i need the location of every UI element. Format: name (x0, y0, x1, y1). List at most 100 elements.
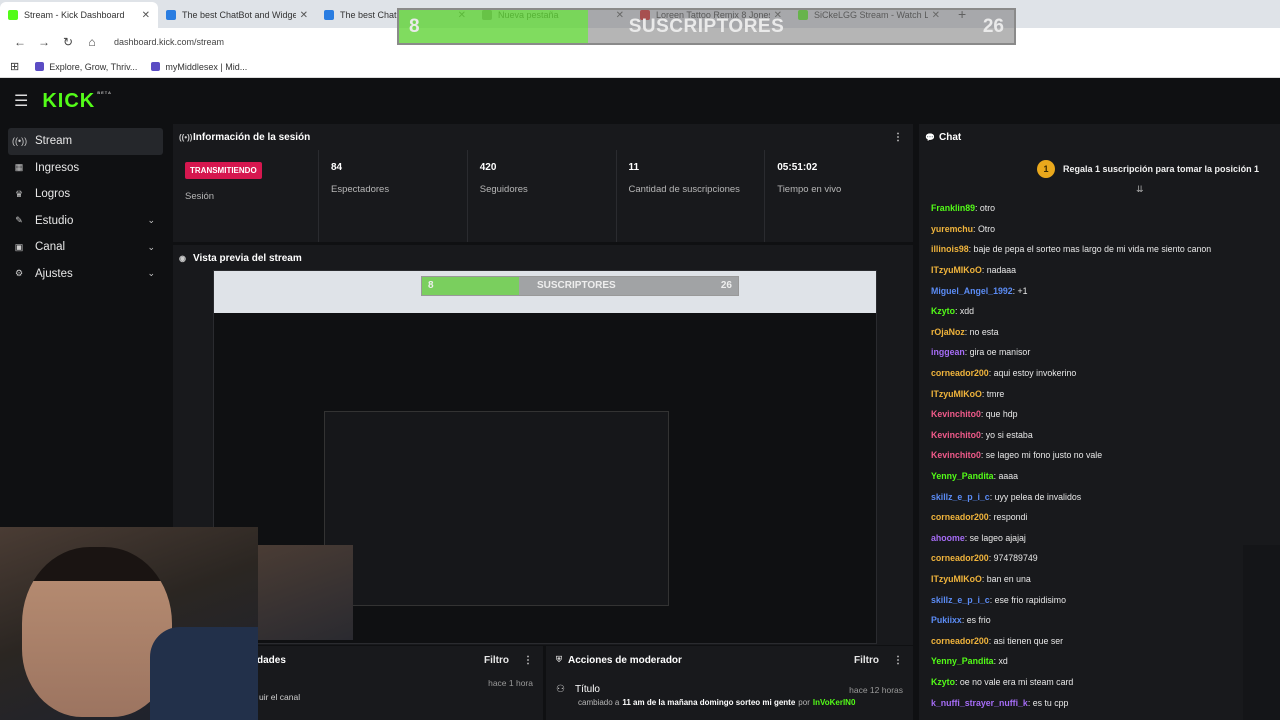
grid-icon: ▦ (14, 162, 24, 173)
chat-username[interactable]: yuremchu (931, 224, 973, 234)
session-panel-header: ((•)) Información de la sesión ⋮ (173, 124, 913, 150)
live-badge: TRANSMITIENDO (185, 162, 262, 179)
goal-current: 8 (409, 16, 420, 37)
stat-followers: 420 Seguidores (468, 150, 617, 242)
chevron-down-icon[interactable]: ⌄ (147, 215, 155, 226)
kebab-menu-icon[interactable]: ⋮ (893, 655, 903, 666)
stat-value: 11 (628, 162, 640, 173)
sidebar-item-label: Logros (35, 188, 71, 201)
browser-tab[interactable]: The best ChatBot and Widgets ✕ (158, 2, 316, 28)
mod-actions-title: Acciones de moderador (568, 654, 682, 666)
stats-row: TRANSMITIENDO Sesión 84 Espectadores 420 S… (173, 150, 913, 242)
browser-tab[interactable]: Stream - Kick Dashboard ✕ (0, 2, 158, 28)
chat-message: ITzyuMIKoO: ban en una (931, 569, 1280, 590)
close-icon[interactable]: ✕ (142, 10, 150, 21)
tab-favicon (166, 10, 176, 20)
sidebar-item-ingresos[interactable]: ▦ Ingresos (8, 155, 163, 182)
chat-username[interactable]: Pukiixx (931, 615, 962, 625)
chat-username[interactable]: k_nuffi_strayer_nuffi_k (931, 698, 1028, 708)
apps-icon[interactable]: ⊞ (10, 60, 19, 73)
preview-banner-current: 8 (428, 280, 434, 291)
chat-message: corneador200: 974789749 (931, 548, 1280, 569)
chat-text: ban en una (986, 573, 1031, 584)
chat-username[interactable]: corneador200 (931, 368, 989, 378)
chat-username[interactable]: corneador200 (931, 636, 989, 646)
bookmark-label: Explore, Grow, Thriv... (49, 61, 138, 72)
mod-entry-by: por (798, 698, 810, 707)
preview-nested-frame (324, 411, 669, 606)
filter-button[interactable]: Filtro (854, 655, 879, 666)
reload-icon[interactable]: ↻ (56, 35, 80, 49)
session-title: Información de la sesión (193, 131, 311, 143)
sidebar-item-estudio[interactable]: ✎ Estudio ⌄ (8, 208, 163, 235)
preview-banner-label: SUSCRIPTORES (537, 280, 616, 291)
bookmark-2[interactable]: myMiddlesex | Mid... (151, 62, 247, 72)
user-icon: ⚇ (556, 684, 565, 695)
chat-username[interactable]: ITzyuMIKoO (931, 389, 982, 399)
chat-text: asi tienen que ser (993, 635, 1064, 646)
kick-logo[interactable]: KICK BETA (42, 90, 111, 113)
chat-message: Kevinchito0: se lageo mi fono justo no v… (931, 445, 1280, 466)
scroll-down-icon[interactable]: ⇊ (1136, 184, 1280, 194)
chat-username[interactable]: Kevinchito0 (931, 450, 981, 460)
chat-text: aqui estoy invokerino (993, 368, 1077, 379)
mod-entry-value: 11 am de la mañana domingo sorteo mi gen… (622, 698, 796, 707)
sidebar-item-label: Estudio (35, 214, 74, 227)
chat-username[interactable]: skillz_e_p_i_c (931, 595, 990, 605)
beta-tag: BETA (97, 89, 112, 95)
chat-username[interactable]: skillz_e_p_i_c (931, 492, 990, 502)
bookmark-1[interactable]: Explore, Grow, Thriv... (35, 62, 137, 72)
close-icon[interactable]: ✕ (300, 10, 308, 21)
chat-username[interactable]: illinois98 (931, 244, 969, 254)
sidebar-item-canal[interactable]: ▣ Canal ⌄ (8, 234, 163, 261)
chat-username[interactable]: Kevinchito0 (931, 409, 981, 419)
sidebar-item-stream[interactable]: ((•)) Stream (8, 128, 163, 155)
chevron-down-icon[interactable]: ⌄ (147, 242, 155, 253)
subscriber-goal-overlay: SUSCRIPTORES 8 26 (397, 8, 1016, 45)
mod-actions-card: ⛨ Acciones de moderador Filtro ⋮ ⚇ Títul… (546, 646, 913, 720)
url-field[interactable]: dashboard.kick.com/stream (114, 37, 224, 47)
chat-username[interactable]: Kzyto (931, 306, 955, 316)
chat-text: Otro (977, 223, 996, 234)
chat-username[interactable]: Kzyto (931, 677, 955, 687)
chat-username[interactable]: corneador200 (931, 553, 989, 563)
chat-message: Pukiixx: es frio (931, 610, 1280, 631)
home-icon[interactable]: ⌂ (80, 35, 104, 49)
mod-entry-title: Título (574, 684, 600, 695)
pinned-gift-banner[interactable]: 1 Regala 1 suscripción para tomar la pos… (919, 154, 1280, 184)
chat-username[interactable]: Miguel_Angel_1992 (931, 286, 1013, 296)
chat-username[interactable]: Franklin89 (931, 203, 975, 213)
mod-entry-time: hace 12 horas (849, 684, 903, 695)
sidebar-item-ajustes[interactable]: ⚙ Ajustes ⌄ (8, 261, 163, 288)
chat-text: aaaa (998, 471, 1019, 482)
chat-message: corneador200: aqui estoy invokerino (931, 363, 1280, 384)
chat-username[interactable]: rOjaNoz (931, 327, 965, 337)
chat-username[interactable]: Yenny_Pandita (931, 471, 994, 481)
chat-username[interactable]: ITzyuMIKoO (931, 574, 982, 584)
stat-label: Tiempo en vivo (777, 184, 842, 195)
menu-icon[interactable]: ☰ (14, 91, 28, 111)
chat-message: Miguel_Angel_1992: +1 (931, 280, 1280, 301)
forward-icon[interactable]: → (32, 35, 56, 49)
mod-actions-header: ⛨ Acciones de moderador Filtro ⋮ (546, 646, 913, 674)
stat-label: Cantidad de suscripciones (628, 184, 740, 195)
bookmark-favicon (151, 62, 161, 71)
kebab-menu-icon[interactable]: ⋮ (523, 655, 533, 666)
chat-text: ese frio rapidisimo (994, 594, 1066, 605)
chat-username[interactable]: Yenny_Pandita (931, 656, 994, 666)
filter-button[interactable]: Filtro (484, 655, 509, 666)
chevron-down-icon[interactable]: ⌄ (147, 268, 155, 279)
chat-username[interactable]: inggean (931, 347, 965, 357)
chat-message: corneador200: asi tienen que ser (931, 630, 1280, 651)
chat-username[interactable]: ahoome (931, 533, 965, 543)
webcam-feed (0, 527, 258, 720)
chat-username[interactable]: Kevinchito0 (931, 430, 981, 440)
sidebar-item-logros[interactable]: ♛ Logros (8, 181, 163, 208)
chat-text: respondi (993, 512, 1028, 523)
chat-username[interactable]: ITzyuMIKoO (931, 265, 982, 275)
mod-entry-user[interactable]: InVoKerIN0 (813, 698, 856, 707)
kebab-menu-icon[interactable]: ⋮ (893, 132, 903, 143)
back-icon[interactable]: ← (8, 35, 32, 49)
mod-action-detail: cambiado a 11 am de la mañana domingo so… (546, 698, 913, 707)
chat-username[interactable]: corneador200 (931, 512, 989, 522)
